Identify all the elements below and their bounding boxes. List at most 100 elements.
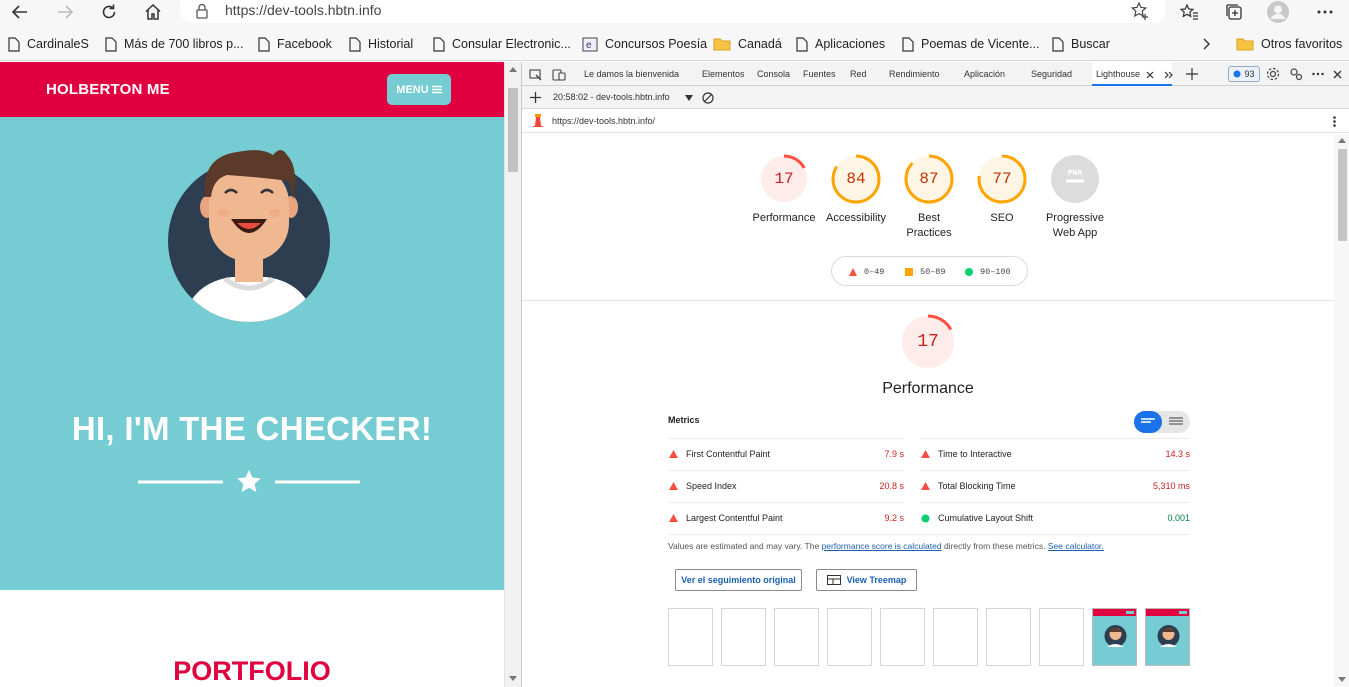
view-treemap-button[interactable]: View Treemap xyxy=(816,569,917,591)
metric-row: Speed Index 20.8 s xyxy=(668,470,904,502)
add-tab-icon[interactable] xyxy=(1186,68,1198,80)
filmstrip-frame xyxy=(986,608,1031,666)
gear-icon[interactable] xyxy=(1266,67,1280,81)
circle-icon xyxy=(965,268,973,276)
settings-menu-button[interactable] xyxy=(1313,0,1337,24)
gauge-score: 77 xyxy=(992,170,1012,188)
metrics-view-toggle[interactable] xyxy=(1134,411,1190,433)
bookmark-item[interactable]: Canadá xyxy=(713,34,782,54)
fail-triangle-icon xyxy=(669,482,678,490)
scrollbar-thumb[interactable] xyxy=(1338,149,1347,241)
clear-icon[interactable] xyxy=(702,92,714,104)
close-tab-icon[interactable] xyxy=(1146,71,1154,79)
tab-elements[interactable]: Elementos xyxy=(702,69,745,79)
bookmark-label: Poemas de Vicente... xyxy=(921,37,1040,51)
reload-button[interactable] xyxy=(97,0,121,24)
bookmark-item[interactable]: Consular Electronic... xyxy=(433,34,571,54)
more-horizontal-icon[interactable] xyxy=(1312,72,1324,76)
other-favorites[interactable]: Otros favoritos xyxy=(1236,34,1342,54)
gauge-label: Progressive Web App xyxy=(1045,212,1105,239)
address-bar[interactable]: https://dev-tools.hbtn.info xyxy=(180,0,1165,23)
add-favorite-icon[interactable] xyxy=(1130,1,1150,21)
dropdown-arrow-icon[interactable] xyxy=(685,95,693,101)
metric-value: 14.3 s xyxy=(1165,449,1190,459)
customize-icon[interactable] xyxy=(1289,67,1303,81)
lighthouse-report: 17 Performance 84 Accessibility 87 Best … xyxy=(522,134,1334,687)
toggle-compact-view[interactable] xyxy=(1134,411,1162,433)
device-toolbar-icon[interactable] xyxy=(552,69,566,81)
gauge-performance[interactable]: 17 Performance xyxy=(744,154,824,226)
inspect-element-icon[interactable] xyxy=(529,69,543,81)
tab-lighthouse[interactable]: Lighthouse xyxy=(1096,69,1140,79)
devtools-panel: Le damos la bienvenida Elementos Consola… xyxy=(521,62,1349,687)
tab-console[interactable]: Consola xyxy=(757,69,790,79)
gauge-pwa[interactable]: PWA Progressive Web App xyxy=(1035,154,1115,241)
tab-welcome[interactable]: Le damos la bienvenida xyxy=(584,69,679,79)
see-calculator-link[interactable]: See calculator. xyxy=(1048,541,1104,551)
bookmark-item[interactable]: e Concursos Poesía xyxy=(582,34,707,54)
collections-button[interactable] xyxy=(1222,0,1246,24)
reload-icon xyxy=(102,4,116,19)
favorites-button[interactable] xyxy=(1177,0,1201,24)
treemap-icon xyxy=(826,575,841,585)
tab-sources[interactable]: Fuentes xyxy=(803,69,836,79)
filmstrip-frame-rendered xyxy=(1092,608,1137,666)
filmstrip-frame xyxy=(774,608,819,666)
more-bookmarks-button[interactable] xyxy=(1203,34,1218,54)
page-icon xyxy=(258,36,270,52)
bookmark-label: Buscar xyxy=(1071,37,1110,51)
tab-performance[interactable]: Rendimiento xyxy=(889,69,940,79)
menu-button[interactable]: MENU xyxy=(387,74,451,105)
site-brand[interactable]: HOLBERTON ME xyxy=(46,81,170,98)
legend-item: 0–49 xyxy=(849,267,884,277)
bookmark-item[interactable]: Más de 700 libros p... xyxy=(105,34,244,54)
gauge-seo[interactable]: 77 SEO xyxy=(962,154,1042,226)
tab-application[interactable]: Aplicación xyxy=(964,69,1005,79)
issues-badge[interactable]: 93 xyxy=(1228,66,1260,82)
report-select[interactable]: 20:58:02 - dev-tools.hbtn.info xyxy=(553,92,670,102)
filmstrip-frame xyxy=(1039,608,1084,666)
report-url[interactable]: https://dev-tools.hbtn.info/ xyxy=(552,116,655,126)
bookmark-item[interactable]: Aplicaciones xyxy=(796,34,885,54)
bookmark-item[interactable]: Poemas de Vicente... xyxy=(902,34,1040,54)
tab-security[interactable]: Seguridad xyxy=(1031,69,1072,79)
metric-label: Speed Index xyxy=(686,481,737,491)
detail-list-icon[interactable] xyxy=(1169,417,1183,427)
scrollbar-thumb[interactable] xyxy=(508,88,518,172)
legend-label: 0–49 xyxy=(864,267,885,277)
scroll-up-icon xyxy=(1338,138,1346,143)
fail-triangle-icon xyxy=(669,514,678,522)
gauge-score: 87 xyxy=(919,170,939,188)
home-button[interactable] xyxy=(141,0,165,24)
score-calculated-link[interactable]: performance score is calculated xyxy=(822,541,942,551)
profile-button[interactable] xyxy=(1266,0,1290,24)
close-devtools-icon[interactable] xyxy=(1333,70,1342,79)
back-button[interactable] xyxy=(8,0,32,24)
report-scrollbar[interactable] xyxy=(1334,134,1349,687)
collections-icon xyxy=(1226,4,1242,20)
tab-network[interactable]: Red xyxy=(850,69,867,79)
new-report-icon[interactable] xyxy=(530,92,541,103)
more-tabs-icon[interactable] xyxy=(1164,71,1174,79)
page-icon xyxy=(8,36,20,52)
bookmarks-bar: CardinaleS Más de 700 libros p... Facebo… xyxy=(0,28,1349,61)
bookmark-item[interactable]: Buscar xyxy=(1052,34,1110,54)
avatar-illustration xyxy=(168,150,330,322)
bookmark-item[interactable]: Historial xyxy=(349,34,413,54)
legend-item: 50–89 xyxy=(905,267,946,277)
gauge-score: PWA xyxy=(1067,168,1083,178)
metrics-disclaimer: Values are estimated and may vary. The p… xyxy=(668,541,1104,551)
page-icon xyxy=(1052,36,1064,52)
page-scrollbar[interactable] xyxy=(504,62,521,687)
bookmark-item[interactable]: CardinaleS xyxy=(8,34,89,54)
view-original-trace-button[interactable]: Ver el seguimiento original xyxy=(675,569,802,591)
gauge-label: SEO xyxy=(990,212,1014,224)
gauge-best-practices[interactable]: 87 Best Practices xyxy=(889,154,969,241)
star-divider xyxy=(138,470,360,493)
gauge-accessibility[interactable]: 84 Accessibility xyxy=(816,154,896,226)
fail-triangle-icon xyxy=(921,450,930,458)
forward-button[interactable] xyxy=(53,0,77,24)
kebab-menu-icon[interactable] xyxy=(1333,116,1336,127)
lock-icon xyxy=(196,3,208,19)
bookmark-item[interactable]: Facebook xyxy=(258,34,332,54)
